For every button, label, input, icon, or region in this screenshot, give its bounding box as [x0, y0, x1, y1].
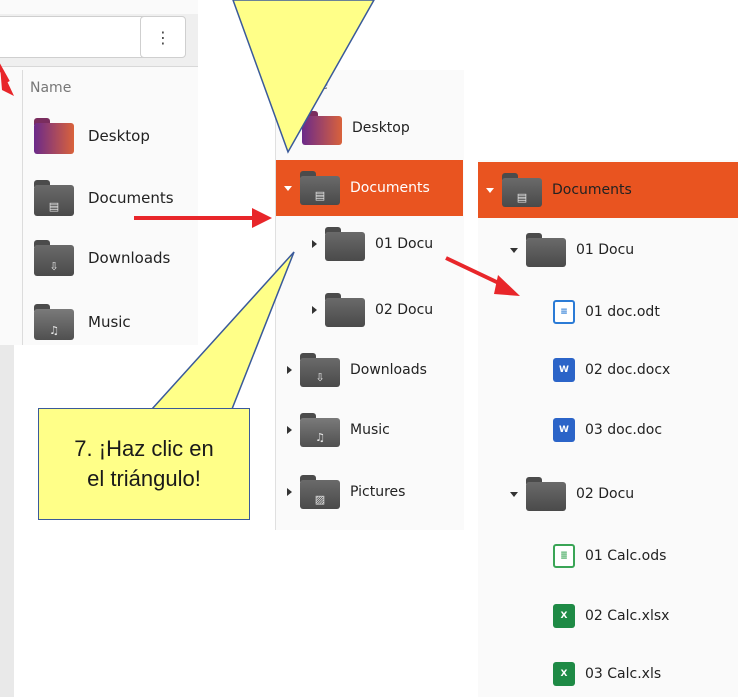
red-arrowhead-documents [252, 208, 272, 228]
red-arrowhead-01-docu [494, 275, 520, 296]
callout-pointer-bottom [150, 251, 295, 410]
callout-pointer-top [232, 0, 375, 154]
annotation-overlay [0, 0, 520, 410]
callout-line-2: el triángulo! [87, 466, 201, 491]
instruction-callout: 7. ¡Haz clic en el triángulo! [38, 408, 250, 520]
callout-line-1: 7. ¡Haz clic en [74, 436, 214, 461]
red-arrow-01-docu [445, 256, 506, 288]
red-arrowhead-topleft [0, 66, 14, 96]
